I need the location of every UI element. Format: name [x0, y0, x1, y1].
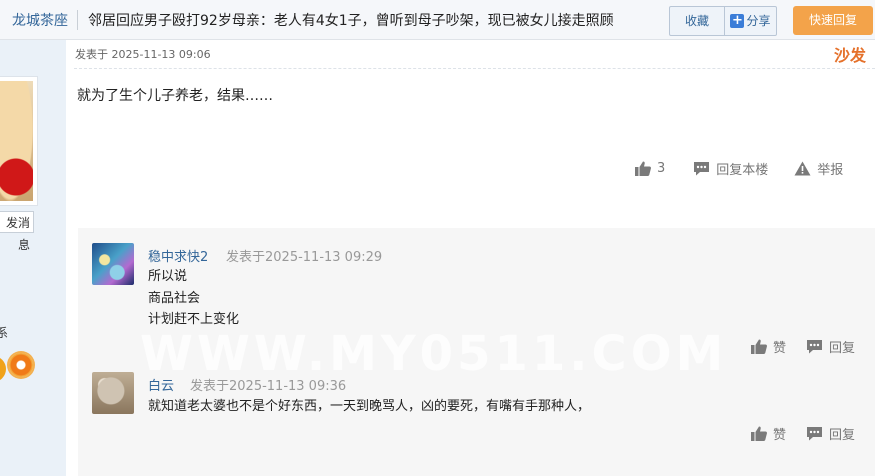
avatar-image — [0, 81, 33, 201]
comment-timestamp: 发表于2025-11-13 09:36 — [190, 379, 347, 394]
plus-icon: + — [730, 13, 745, 28]
post-timestamp: 发表于 2025-11-13 09:06 — [75, 48, 211, 61]
thumbs-up-icon — [751, 426, 767, 441]
post-actions: 3 回复本楼 举报 — [635, 159, 843, 178]
thumbs-up-icon — [635, 161, 651, 176]
top-bar: 龙城茶座 邻居回应男子殴打92岁母亲：老人有4女1子，曾听到母子吵架，现已被女儿… — [0, 0, 875, 40]
badge-icon[interactable] — [9, 353, 33, 377]
comment-icon — [807, 339, 823, 353]
quick-reply-button[interactable]: 快速回复 — [793, 6, 873, 35]
favorite-button[interactable]: 收藏 — [670, 7, 725, 35]
board-link[interactable]: 龙城茶座 — [12, 10, 68, 30]
comment-reply-button[interactable]: 回复 — [806, 337, 855, 356]
comment-like-button[interactable]: 赞 — [751, 424, 786, 443]
reply-label: 回复 — [829, 427, 856, 443]
thread-title: 邻居回应男子殴打92岁母亲：老人有4女1子，曾听到母子吵架，现已被女儿接走照顾 — [88, 13, 614, 29]
post-body: 就为了生个儿子养老，结果…… — [77, 88, 273, 104]
commenter-avatar[interactable] — [92, 243, 134, 285]
floor-label: 沙发 — [834, 46, 867, 65]
title-separator — [77, 10, 78, 30]
send-message-button[interactable]: 发消息 — [0, 211, 34, 252]
reply-floor-label: 回复本楼 — [716, 162, 769, 178]
report-label: 举报 — [817, 162, 844, 178]
comment-text-line: 商品社会 — [148, 291, 201, 306]
like-label: 赞 — [773, 427, 787, 443]
author-avatar[interactable] — [0, 76, 38, 206]
medal-icon[interactable] — [0, 356, 6, 382]
like-button[interactable]: 3 — [635, 161, 665, 176]
comment-text-line: 就知道老太婆也不是个好东西，一天到晚骂人，凶的要死，有嘴有手那种人， — [148, 399, 591, 414]
comment-timestamp: 发表于2025-11-13 09:29 — [226, 250, 383, 265]
thumbs-up-icon — [751, 339, 767, 354]
sidebar-text-fragment: 系 — [0, 326, 9, 340]
comment-icon — [807, 426, 823, 440]
comment-icon — [694, 161, 710, 175]
report-button[interactable]: 举报 — [794, 159, 843, 178]
user-sidebar: 发消息 系 — [0, 40, 66, 476]
commenter-name[interactable]: 白云 — [148, 375, 174, 394]
warning-icon — [794, 161, 811, 175]
like-label: 赞 — [773, 340, 787, 356]
share-button[interactable]: + 分享 — [725, 7, 776, 35]
meta-divider — [74, 68, 875, 69]
commenter-avatar[interactable] — [92, 372, 134, 414]
commenter-name[interactable]: 稳中求快2 — [148, 246, 208, 265]
comment-like-button[interactable]: 赞 — [751, 337, 786, 356]
like-count: 3 — [657, 160, 666, 176]
share-label: 分享 — [746, 14, 771, 28]
thread-tools: 收藏 + 分享 — [669, 6, 777, 36]
comment-reply-button[interactable]: 回复 — [806, 424, 855, 443]
comment-actions: 赞 回复 — [751, 337, 855, 356]
reply-floor-button[interactable]: 回复本楼 — [693, 159, 768, 178]
comment-actions: 赞 回复 — [751, 424, 855, 443]
comment-text-line: 计划赶不上变化 — [148, 312, 240, 327]
reply-label: 回复 — [829, 340, 856, 356]
comment-text-line: 所以说 — [148, 269, 188, 284]
site-watermark: WWW.MY0511.COM — [140, 326, 728, 382]
